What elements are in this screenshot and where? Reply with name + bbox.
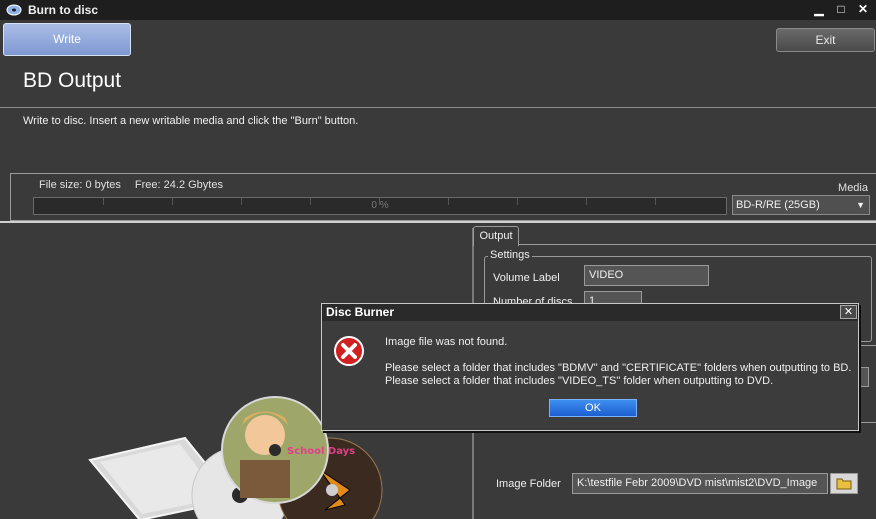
media-dropdown[interactable]: BD-R/RE (25GB) ▼ <box>732 195 870 215</box>
instructions-text: Write to disc. Insert a new writable med… <box>23 115 359 127</box>
progress-percent: 0 % <box>371 200 389 211</box>
divider <box>0 107 876 108</box>
side-button[interactable] <box>859 367 869 387</box>
ok-button[interactable]: OK <box>549 399 637 417</box>
volume-label-input[interactable]: VIDEO <box>584 265 709 286</box>
close-button[interactable]: ✕ <box>856 2 870 16</box>
dialog-message-1: Image file was not found. <box>385 336 508 348</box>
dialog-close-button[interactable]: ✕ <box>840 305 857 319</box>
dialog-message-2: Please select a folder that includes "BD… <box>385 362 852 374</box>
title-bar: Burn to disc ▁ □ ✕ <box>0 0 876 20</box>
folder-icon <box>836 478 852 490</box>
app-icon <box>6 4 22 16</box>
progress-bar: 0 % <box>33 197 727 215</box>
page-title: BD Output <box>23 69 122 92</box>
dialog-title: Disc Burner <box>322 304 858 321</box>
error-icon <box>334 336 364 366</box>
tab-output[interactable]: Output <box>473 226 519 246</box>
minimize-button[interactable]: ▁ <box>812 2 826 16</box>
image-folder-label: Image Folder <box>496 478 561 490</box>
browse-button[interactable] <box>830 473 858 494</box>
window-title: Burn to disc <box>28 3 99 17</box>
disc-label-text: School Days <box>287 446 355 457</box>
image-folder-input[interactable]: K:\testfile Febr 2009\DVD mist\mist2\DVD… <box>572 473 828 494</box>
exit-button[interactable]: Exit <box>776 28 875 52</box>
write-tab[interactable]: Write <box>3 23 131 56</box>
progress-panel: File size: 0 bytes Free: 24.2 Gbytes Med… <box>10 173 876 221</box>
file-size-text: File size: 0 bytes <box>39 179 121 191</box>
dialog-message-3: Please select a folder that includes "VI… <box>385 375 774 387</box>
free-space-text: Free: 24.2 Gbytes <box>134 179 223 191</box>
media-selected-value: BD-R/RE (25GB) <box>736 199 820 211</box>
main-panel: Write Exit BD Output Write to disc. Inse… <box>0 20 876 519</box>
error-dialog: Disc Burner ✕ Image file was not found. … <box>321 303 859 431</box>
settings-title: Settings <box>488 249 532 261</box>
volume-label-label: Volume Label <box>493 272 560 284</box>
divider <box>0 221 876 223</box>
maximize-button[interactable]: □ <box>834 2 848 16</box>
chevron-down-icon: ▼ <box>856 200 865 210</box>
media-label: Media <box>838 182 868 194</box>
